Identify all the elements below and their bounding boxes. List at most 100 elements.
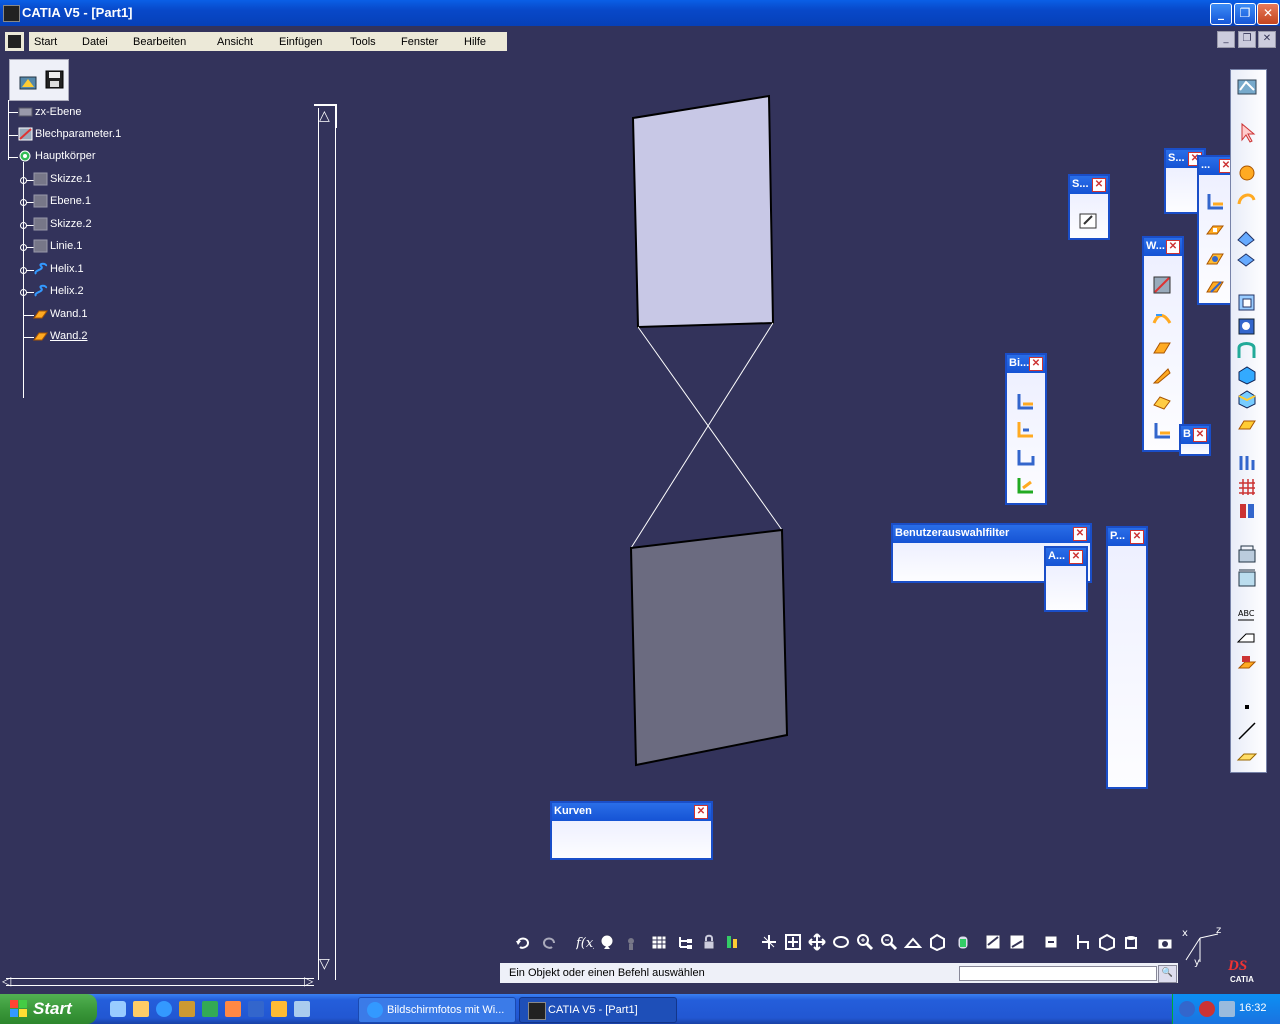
calculator-icon[interactable] — [294, 1001, 310, 1017]
toolbar-p[interactable]: P... ✕ — [1106, 526, 1148, 789]
cutout-icon[interactable] — [1205, 220, 1227, 242]
parameters-icon[interactable] — [724, 933, 742, 951]
pocket-icon[interactable] — [1098, 933, 1116, 951]
security-icon[interactable] — [1199, 1001, 1215, 1017]
point-icon[interactable] — [1236, 696, 1258, 718]
tree-item-zx-ebene[interactable]: zx-Ebene — [18, 105, 81, 119]
tree-item-ebene-1[interactable]: Ebene.1 — [33, 194, 91, 208]
show-desktop-icon[interactable] — [110, 1001, 126, 1017]
scroll-left-arrow-icon[interactable]: ◁ — [2, 974, 11, 988]
menu-hilfe[interactable]: Hilfe — [464, 36, 486, 48]
grid-icon[interactable] — [1236, 476, 1258, 498]
pattern-icon[interactable] — [1236, 228, 1258, 250]
specification-tree[interactable]: zx-Ebene Blechparameter.1 Hauptkörper Sk… — [0, 100, 338, 992]
person-icon[interactable] — [622, 933, 640, 951]
close-icon[interactable]: ✕ — [1193, 428, 1207, 442]
tree-item-linie-1[interactable]: Linie.1 — [33, 239, 82, 253]
tree-item-skizze-2[interactable]: Skizze.2 — [33, 217, 92, 231]
scroll-down-arrow-icon[interactable]: ▽ — [319, 956, 330, 972]
minimize-button[interactable]: _ — [1210, 3, 1232, 25]
taskbar-app-catia[interactable]: CATIA V5 - [Part1] — [519, 997, 677, 1023]
close-icon[interactable]: ✕ — [1130, 530, 1144, 544]
close-icon[interactable]: ✕ — [694, 805, 708, 819]
corner-relief-icon[interactable] — [1205, 276, 1227, 298]
doc-minimize-button[interactable]: _ — [1217, 31, 1235, 48]
menu-start[interactable]: Start — [34, 36, 57, 48]
ie-icon[interactable] — [156, 1001, 172, 1017]
toolbar-w[interactable]: W... ✕ — [1142, 236, 1184, 452]
zoom-out-icon[interactable] — [880, 933, 898, 951]
wall-icon[interactable] — [1152, 337, 1174, 359]
bend-icon[interactable] — [1015, 392, 1037, 414]
extrusion-icon[interactable] — [1152, 365, 1174, 387]
cylinder-view-icon[interactable] — [1122, 933, 1140, 951]
undo-icon[interactable] — [514, 933, 532, 951]
word-icon[interactable] — [248, 1001, 264, 1017]
tree-horizontal-scrollbar[interactable] — [6, 978, 314, 986]
search-icon[interactable]: 🔍 — [1158, 965, 1177, 983]
tree-item-helix-1[interactable]: Helix.1 — [33, 262, 84, 276]
menu-ansicht[interactable]: Ansicht — [217, 36, 253, 48]
flag-note-icon[interactable] — [1236, 628, 1258, 650]
scan-icon[interactable] — [1236, 500, 1258, 522]
powerpoint-icon[interactable] — [225, 1001, 241, 1017]
rotate-view-icon[interactable] — [832, 933, 850, 951]
close-button[interactable]: ✕ — [1257, 3, 1279, 25]
sketch-icon[interactable] — [1078, 210, 1100, 232]
network-icon[interactable] — [1179, 1001, 1195, 1017]
cylinder-icon[interactable] — [1236, 162, 1258, 184]
catia-app-icon[interactable] — [3, 5, 20, 22]
menu-einfuegen[interactable]: Einfügen — [279, 36, 322, 48]
stamp-icon[interactable] — [1205, 248, 1227, 270]
tools-icon[interactable] — [179, 1001, 195, 1017]
menu-tools[interactable]: Tools — [350, 36, 376, 48]
sheet-metal-workbench-icon[interactable] — [1236, 76, 1258, 98]
hide-show-icon[interactable] — [984, 933, 1002, 951]
fill-icon[interactable] — [1236, 415, 1258, 437]
dimension-icon[interactable] — [1236, 568, 1258, 590]
scroll-right-arrow-icon[interactable]: ▷ — [304, 974, 313, 988]
document-icon[interactable] — [5, 32, 24, 51]
close-icon[interactable]: ✕ — [1092, 178, 1106, 192]
scroll-up-arrow-icon[interactable]: △ — [319, 108, 330, 124]
3d-annotation-icon[interactable] — [1236, 654, 1258, 676]
plane-icon[interactable] — [1236, 744, 1258, 766]
pan-icon[interactable] — [808, 933, 826, 951]
doc-restore-button[interactable]: ❐ — [1238, 31, 1256, 48]
fly-mode-icon[interactable] — [760, 933, 778, 951]
flange-icon[interactable] — [1205, 192, 1227, 214]
tree-item-skizze-1[interactable]: Skizze.1 — [33, 172, 92, 186]
swap-space-icon[interactable] — [1008, 933, 1026, 951]
tree-item-hauptkoerper[interactable]: Hauptkörper — [18, 149, 96, 163]
toolbar-b[interactable]: B ✕ — [1179, 424, 1211, 456]
helix-curve-2[interactable] — [630, 322, 774, 549]
outlook-icon[interactable] — [271, 1001, 287, 1017]
flange-icon[interactable] — [1152, 421, 1174, 443]
maximize-button[interactable]: ❐ — [1234, 3, 1256, 25]
tree-item-blechparameter[interactable]: Blechparameter.1 — [18, 127, 121, 141]
close-icon[interactable]: ✕ — [1073, 527, 1087, 541]
update-icon[interactable] — [1042, 933, 1060, 951]
close-icon[interactable]: ✕ — [1166, 240, 1180, 254]
zoom-in-icon[interactable] — [856, 933, 874, 951]
command-input[interactable] — [959, 966, 1157, 981]
menu-datei[interactable]: Datei — [82, 36, 108, 48]
close-icon[interactable]: ✕ — [1029, 357, 1043, 371]
toolbar-a[interactable]: A... ✕ — [1044, 546, 1088, 612]
tree-vertical-scrollbar[interactable] — [318, 108, 336, 980]
swept-wall-icon[interactable] — [1152, 393, 1174, 415]
workbench-icon[interactable] — [18, 71, 40, 93]
mirror-icon[interactable] — [1236, 250, 1258, 272]
toolbar-kurven[interactable]: Kurven ✕ — [550, 801, 713, 860]
menu-bearbeiten[interactable]: Bearbeiten — [133, 36, 186, 48]
knowledge-icon[interactable] — [598, 933, 616, 951]
lock-icon[interactable] — [700, 933, 718, 951]
tree-item-wand-1[interactable]: Wand.1 — [33, 307, 88, 321]
doc-close-button[interactable]: ✕ — [1258, 31, 1276, 48]
flange-icon[interactable] — [1015, 420, 1037, 442]
measure-icon[interactable] — [1236, 452, 1258, 474]
sweep-icon[interactable] — [1236, 340, 1258, 362]
table-icon[interactable] — [650, 933, 668, 951]
offset-icon[interactable] — [1236, 316, 1258, 338]
excel-icon[interactable] — [202, 1001, 218, 1017]
